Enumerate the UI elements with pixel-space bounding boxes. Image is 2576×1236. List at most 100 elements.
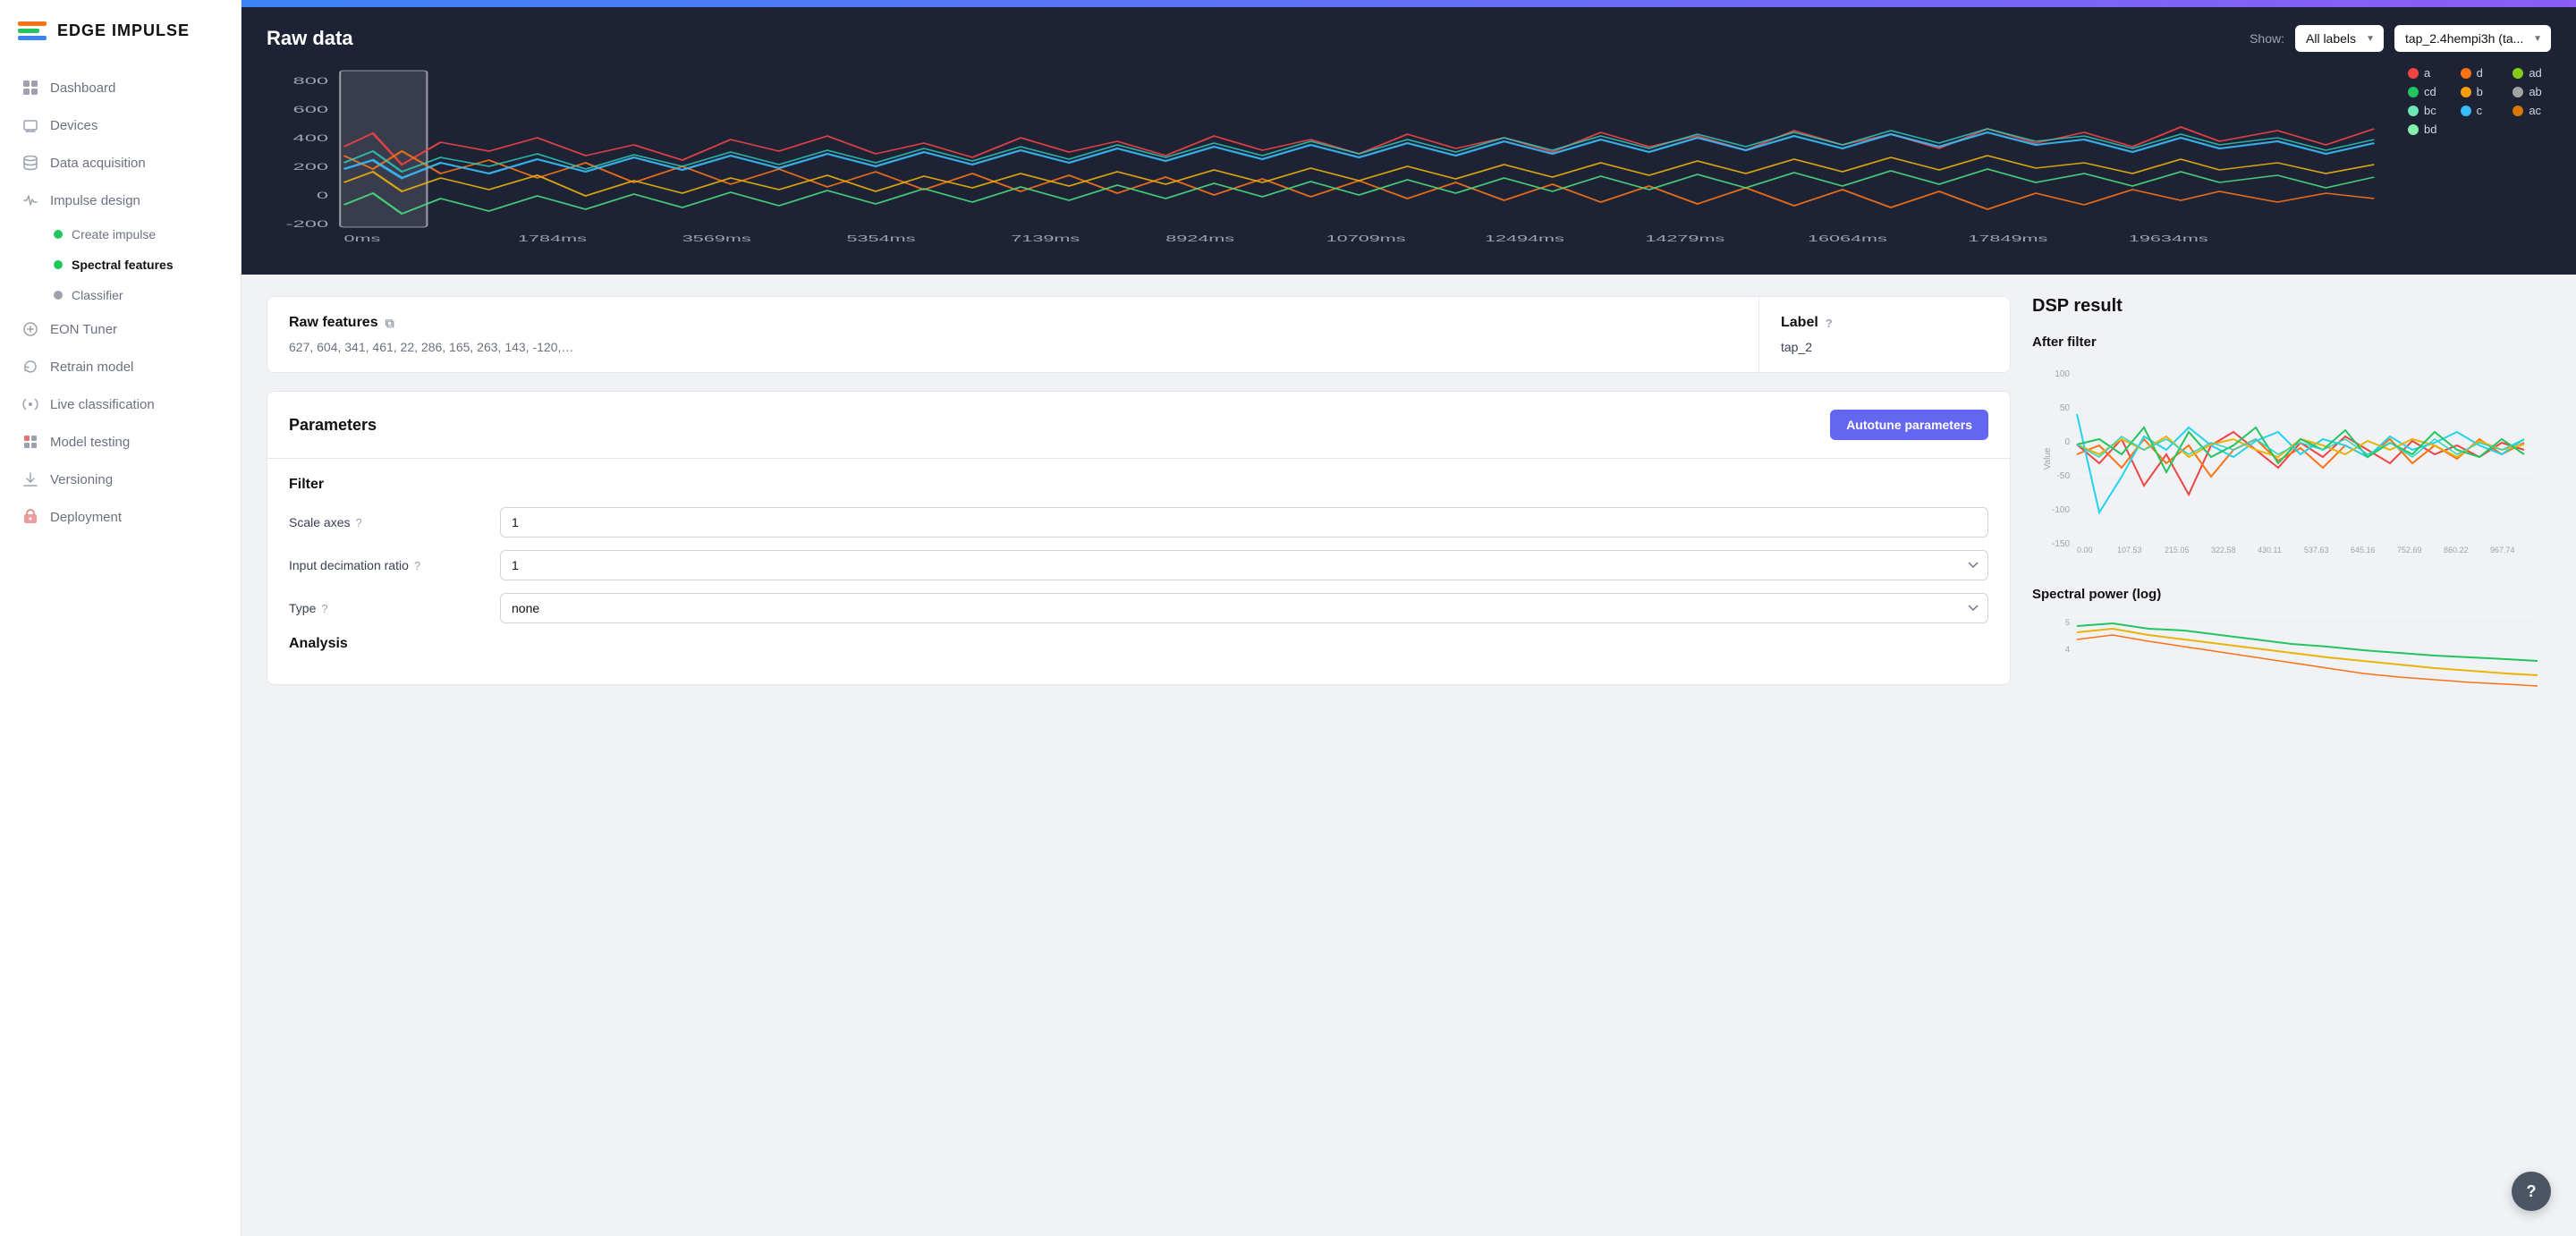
spectral-power-title: Spectral power (log) [2032, 587, 2551, 602]
analysis-subtitle: Analysis [289, 636, 1988, 652]
legend-dot-d [2461, 68, 2471, 79]
sidebar-item-classifier[interactable]: Classifier [39, 280, 241, 310]
dot-create-impulse [54, 230, 63, 239]
svg-text:0ms: 0ms [343, 233, 380, 243]
svg-text:5: 5 [2065, 618, 2070, 627]
sidebar: EDGE IMPULSE Dashboard Devices Data acqu… [0, 0, 242, 1236]
svg-text:1784ms: 1784ms [518, 233, 587, 243]
svg-text:430.11: 430.11 [2258, 546, 2282, 555]
legend-item-ab: ab [2512, 85, 2551, 98]
input-decimation-help-icon[interactable]: ? [414, 559, 420, 572]
input-decimation-label: Input decimation ratio ? [289, 558, 486, 572]
after-filter-svg: 100 50 0 -50 -100 -150 Value [2032, 360, 2551, 557]
scale-axes-help-icon[interactable]: ? [355, 516, 361, 529]
filter-subtitle: Filter [289, 477, 1988, 493]
svg-text:215.05: 215.05 [2165, 546, 2190, 555]
label-value: tap_2 [1781, 340, 1988, 354]
scale-axes-row: Scale axes ? [289, 507, 1988, 538]
svg-text:322.58: 322.58 [2211, 546, 2236, 555]
live-icon [21, 395, 39, 413]
svg-text:8924ms: 8924ms [1165, 233, 1234, 243]
parameters-card: Parameters Autotune parameters Filter Sc… [267, 391, 2011, 685]
help-button[interactable]: ? [2512, 1172, 2551, 1211]
svg-text:19634ms: 19634ms [2129, 233, 2208, 243]
sidebar-item-impulse-design[interactable]: Impulse design [0, 182, 241, 219]
svg-text:-100: -100 [2052, 505, 2070, 515]
sidebar-item-spectral-features[interactable]: Spectral features [39, 250, 241, 280]
chart-container: 800 600 400 200 0 -200 [267, 66, 2551, 250]
content-area: Raw features ⧉ 627, 604, 341, 461, 22, 2… [242, 275, 2576, 1236]
chart-legend: a d ad cd b [2408, 66, 2551, 136]
svg-text:17849ms: 17849ms [1968, 233, 2047, 243]
sidebar-item-retrain-model[interactable]: Retrain model [0, 348, 241, 385]
devices-icon [21, 116, 39, 134]
features-row: Raw features ⧉ 627, 604, 341, 461, 22, 2… [267, 297, 2010, 372]
sidebar-item-data-acquisition[interactable]: Data acquisition [0, 144, 241, 182]
svg-text:0.00: 0.00 [2077, 546, 2093, 555]
input-decimation-select[interactable]: 1248 [500, 550, 1988, 580]
legend-dot-c [2461, 106, 2471, 116]
svg-text:0: 0 [2064, 437, 2070, 447]
dsp-title: DSP result [2032, 296, 2551, 317]
left-panel: Raw features ⧉ 627, 604, 341, 461, 22, 2… [267, 296, 2011, 1215]
chart-selection[interactable] [340, 71, 427, 227]
type-help-icon[interactable]: ? [321, 602, 327, 615]
sample-select[interactable]: tap_2.4hempi3h (ta... [2394, 25, 2551, 52]
sidebar-item-create-impulse[interactable]: Create impulse [39, 219, 241, 250]
logo-text: EDGE IMPULSE [57, 21, 190, 40]
legend-item-cd: cd [2408, 85, 2446, 98]
data-icon [21, 154, 39, 172]
sidebar-item-model-testing[interactable]: Model testing [0, 423, 241, 461]
nav-items: Dashboard Devices Data acquisition Impul… [0, 62, 241, 543]
raw-data-section: Raw data Show: All labels abc tap_2.4hem… [242, 7, 2576, 275]
autotune-button[interactable]: Autotune parameters [1830, 410, 1988, 440]
svg-text:967.74: 967.74 [2490, 546, 2515, 555]
sidebar-item-dashboard[interactable]: Dashboard [0, 69, 241, 106]
sidebar-item-deployment[interactable]: Deployment [0, 498, 241, 536]
sub-nav: Create impulse Spectral features Classif… [0, 219, 241, 310]
params-header: Parameters Autotune parameters [267, 392, 2010, 459]
type-select[interactable]: nonelowhighbandpass [500, 593, 1988, 623]
svg-text:16064ms: 16064ms [1808, 233, 1887, 243]
sidebar-item-versioning[interactable]: Versioning [0, 461, 241, 498]
svg-text:7139ms: 7139ms [1011, 233, 1080, 243]
eon-icon [21, 320, 39, 338]
legend-dot-bd [2408, 124, 2419, 135]
sidebar-item-devices[interactable]: Devices [0, 106, 241, 144]
legend-item-ac: ac [2512, 104, 2551, 117]
legend-item-bc: bc [2408, 104, 2446, 117]
svg-text:50: 50 [2060, 403, 2071, 413]
label-cell: Label ? tap_2 [1759, 297, 2010, 372]
impulse-icon [21, 191, 39, 209]
svg-text:3569ms: 3569ms [682, 233, 751, 243]
retrain-icon [21, 358, 39, 376]
svg-text:800: 800 [293, 75, 329, 86]
legend-dot-ad [2512, 68, 2523, 79]
legend-dot-ac [2512, 106, 2523, 116]
svg-text:100: 100 [2055, 369, 2070, 379]
copy-icon[interactable]: ⧉ [386, 316, 394, 331]
legend-dot-b [2461, 87, 2471, 97]
raw-features-cell: Raw features ⧉ 627, 604, 341, 461, 22, 2… [267, 297, 1759, 372]
scale-axes-input[interactable] [500, 507, 1988, 538]
dot-classifier [54, 291, 63, 300]
sidebar-item-live-classification[interactable]: Live classification [0, 385, 241, 423]
versioning-icon [21, 470, 39, 488]
raw-features-title: Raw features ⧉ [289, 315, 1737, 331]
svg-text:-50: -50 [2057, 471, 2071, 481]
legend-item-c: c [2461, 104, 2499, 117]
deployment-icon [21, 508, 39, 526]
sidebar-item-eon-tuner[interactable]: EON Tuner [0, 310, 241, 348]
show-select-wrapper: All labels abc [2295, 25, 2384, 52]
svg-text:107.53: 107.53 [2117, 546, 2142, 555]
after-filter-title: After filter [2032, 334, 2551, 350]
params-body: Filter Scale axes ? Input decimation rat… [267, 459, 2010, 684]
svg-text:12494ms: 12494ms [1485, 233, 1564, 243]
show-controls: Show: All labels abc tap_2.4hempi3h (ta.… [2250, 25, 2551, 52]
sample-select-wrapper: tap_2.4hempi3h (ta... [2394, 25, 2551, 52]
label-help-icon[interactable]: ? [1826, 317, 1833, 330]
show-select[interactable]: All labels abc [2295, 25, 2384, 52]
svg-text:400: 400 [293, 132, 329, 143]
model-icon [21, 433, 39, 451]
type-label: Type ? [289, 601, 486, 615]
